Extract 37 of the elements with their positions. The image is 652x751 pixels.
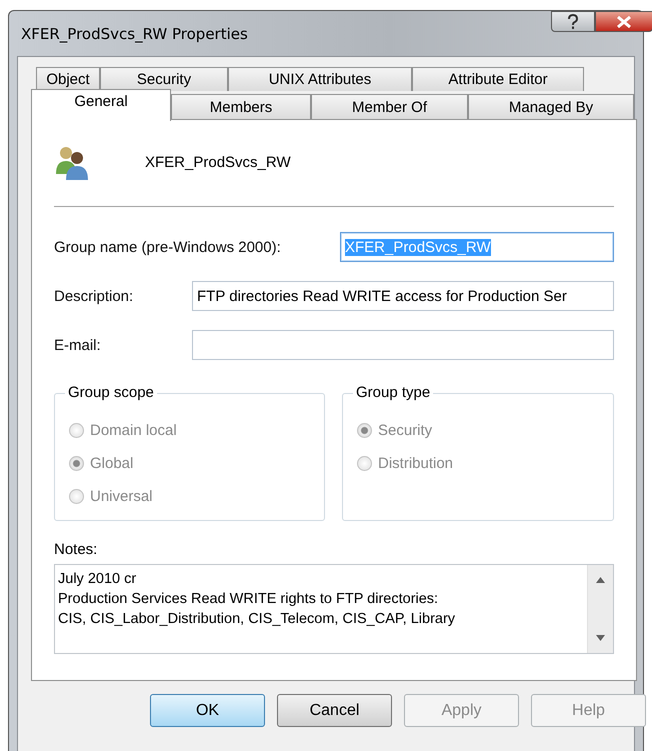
dialog-button[interactable]: OK (150, 694, 265, 727)
scroll-down-icon[interactable] (596, 635, 605, 641)
scroll-up-icon[interactable] (596, 577, 605, 583)
dialog-button[interactable]: Cancel (277, 694, 392, 727)
tab[interactable]: General (31, 89, 171, 121)
input-field[interactable]: FTP directories Read WRITE access for Production Ser (192, 281, 614, 311)
close-icon (616, 16, 632, 28)
field-label: Group name (pre-Windows 2000): (54, 238, 281, 256)
tab[interactable]: Member Of (311, 94, 468, 119)
window-title: XFER_ProdSvcs_RW Properties (21, 25, 248, 43)
radio-label: Domain local (90, 422, 177, 439)
group-box-title: Group scope (65, 384, 157, 401)
radio-label: Distribution (378, 455, 454, 472)
radio-label: Universal (90, 488, 153, 505)
field-label: Description: (54, 288, 134, 304)
input-field[interactable] (192, 330, 614, 360)
notes-line: July 2010 cr (58, 570, 136, 589)
notes-line: Production Services Read WRITE rights to FTP directories: (58, 590, 438, 609)
users-icon (54, 144, 90, 180)
notes-field[interactable]: July 2010 cr Production Services Read WRITE rights to FTP directories: CIS, CIS_Labor_Distribution, CIS_Telecom, CIS_CAP, Library (54, 564, 614, 654)
notes-line: CIS, CIS_Labor_Distribution, CIS_Telecom, CIS_CAP, Library (58, 610, 456, 629)
notes-label: Notes: (54, 541, 98, 558)
tab[interactable]: Managed By (468, 94, 634, 119)
field-label: E-mail: (54, 336, 101, 354)
tab[interactable]: Security (100, 67, 228, 91)
help-button[interactable] (551, 11, 595, 32)
tab[interactable]: Attribute Editor (412, 67, 584, 91)
tab[interactable]: Members (171, 94, 311, 119)
help-icon (567, 14, 579, 30)
group-box-title: Group type (353, 384, 434, 401)
tab[interactable]: UNIX Attributes (228, 67, 412, 91)
close-button[interactable] (595, 11, 652, 32)
scrollbar[interactable] (587, 565, 613, 653)
tab[interactable]: Object (36, 67, 100, 91)
radio-label: Security (378, 422, 432, 439)
group-name-text: XFER_ProdSvcs_RW (145, 154, 291, 170)
radio-label: Global (90, 455, 134, 472)
